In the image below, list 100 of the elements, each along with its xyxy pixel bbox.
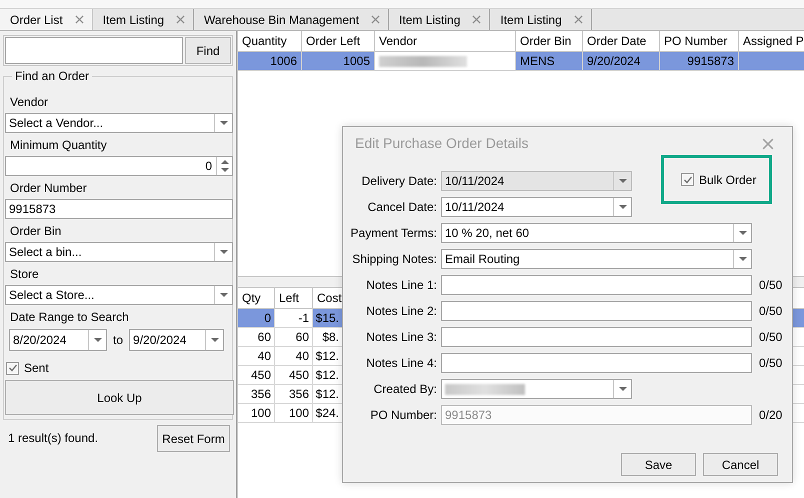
field-label: Payment Terms: [350, 225, 437, 242]
checkbox-label: Sent [24, 360, 49, 377]
tab-label: Item Listing [399, 12, 460, 28]
field-label: Cancel Date: [366, 199, 437, 216]
up-arrow-icon[interactable] [220, 159, 228, 164]
table-cell: 0 [238, 309, 275, 328]
table-cell: 356 [238, 385, 275, 404]
table-row[interactable]: 1006 1005 MENS 9/20/2024 9915873 [238, 52, 804, 71]
field-label: Notes Line 2: [365, 303, 437, 320]
checkbox[interactable] [6, 362, 19, 374]
tab-label: Warehouse Bin Management [204, 12, 360, 28]
search-field[interactable] [5, 37, 183, 64]
field-value: 0 [204, 158, 213, 175]
caret-icon [94, 338, 102, 342]
close-icon[interactable] [74, 15, 84, 24]
text-field[interactable] [441, 301, 752, 321]
field-label: Vendor [9, 94, 50, 111]
result-count: 1 result(s) found. [8, 430, 98, 447]
character-counter: 0/50 [759, 303, 782, 320]
text-field[interactable] [441, 327, 752, 347]
reset-form-button[interactable]: Reset Form [157, 425, 230, 452]
down-arrow-icon[interactable] [220, 168, 228, 173]
character-counter: 0/50 [759, 277, 782, 294]
checkbox-label: Bulk Order [699, 172, 756, 188]
field-value: 10 % 20, net 60 [444, 225, 530, 242]
table-cell: 60 [275, 328, 313, 347]
tab-label: Item Listing [102, 12, 164, 28]
character-counter: 0/50 [759, 329, 782, 346]
table-cell: 356 [275, 385, 313, 404]
dropdown[interactable]: 10 % 20, net 60 [441, 223, 752, 243]
table-cell: MENS [516, 52, 583, 71]
dropdown[interactable] [441, 379, 632, 399]
close-icon[interactable] [762, 138, 774, 150]
field-value: 10/11/2024 [444, 173, 506, 190]
table-cell: 100 [275, 404, 313, 423]
character-counter: 0/50 [759, 355, 782, 372]
caret-icon [618, 178, 626, 184]
dropdown[interactable]: Select a Vendor... [5, 113, 233, 133]
field-label: Store [9, 266, 40, 283]
field-label: Created By: [372, 381, 437, 398]
close-icon[interactable] [371, 15, 380, 24]
field-label: Notes Line 1: [365, 277, 437, 294]
caret-icon [618, 204, 626, 210]
look-up-button[interactable]: Look Up [5, 380, 234, 415]
character-counter: 0/20 [759, 407, 782, 424]
dialog-button[interactable]: Cancel [703, 453, 778, 476]
dropdown[interactable]: 10/11/2024 [441, 197, 632, 217]
tab[interactable]: Item Listing [92, 9, 194, 30]
field-label: Shipping Notes: [351, 251, 437, 268]
caret-icon [738, 256, 746, 262]
text-field[interactable]: 9915873 [5, 199, 233, 219]
field-label: Delivery Date: [360, 173, 437, 190]
field-value: Select a bin... [8, 244, 83, 261]
close-icon[interactable] [176, 15, 186, 24]
date-picker[interactable]: 8/20/2024 [9, 329, 107, 351]
caret-icon [220, 250, 228, 254]
caret-icon [738, 230, 746, 236]
checkbox[interactable] [681, 173, 694, 186]
dialog-title: Edit Purchase Order Details [355, 134, 529, 153]
table-cell: 40 [275, 347, 313, 366]
field-value: 8/20/2024 [12, 332, 68, 349]
tab[interactable]: Order List [0, 9, 93, 30]
table-cell: 100 [238, 404, 275, 423]
dropdown[interactable]: Select a Store... [5, 285, 233, 305]
field-value: Select a Vendor... [8, 115, 104, 132]
field-label: Date Range to Search [9, 309, 130, 326]
dialog-button[interactable]: Save [621, 453, 696, 476]
field-label: Minimum Quantity [9, 137, 108, 154]
caret-icon [220, 292, 228, 298]
field-label: Order Number [9, 180, 88, 197]
number-spinner[interactable]: 0 [5, 156, 233, 176]
column-header[interactable]: Qty [238, 288, 275, 308]
column-header[interactable]: Left [275, 288, 313, 308]
date-picker[interactable]: 9/20/2024 [129, 329, 224, 351]
dropdown[interactable]: Email Routing [441, 249, 752, 269]
field-value: Select a Store... [8, 287, 96, 304]
tab-label: Order List [10, 12, 63, 28]
text-field[interactable] [441, 353, 752, 373]
find-button[interactable]: Find [185, 37, 231, 64]
field-label: Order Bin [9, 223, 62, 240]
field-value: 9/20/2024 [132, 332, 188, 349]
table-cell: 450 [275, 366, 313, 385]
field-value: Email Routing [444, 251, 521, 268]
dropdown[interactable]: Select a bin... [5, 242, 233, 262]
table-cell: 9/20/2024 [583, 52, 660, 71]
close-icon[interactable] [472, 15, 482, 24]
table-cell: -1 [275, 309, 313, 328]
table-cell: 9915873 [660, 52, 739, 71]
table-cell: 1006 [238, 52, 302, 71]
caret-icon [210, 338, 219, 342]
field-label: PO Number: [369, 407, 437, 424]
caret-icon [220, 120, 228, 126]
range-separator: to [113, 332, 124, 349]
text-field[interactable] [441, 275, 752, 295]
table-cell: 450 [238, 366, 275, 385]
table-cell: 60 [238, 328, 275, 347]
field-label: Notes Line 3: [365, 329, 437, 346]
tab-label: Item Listing [500, 12, 562, 28]
field-label: Notes Line 4: [365, 355, 437, 372]
close-icon[interactable] [574, 15, 583, 24]
